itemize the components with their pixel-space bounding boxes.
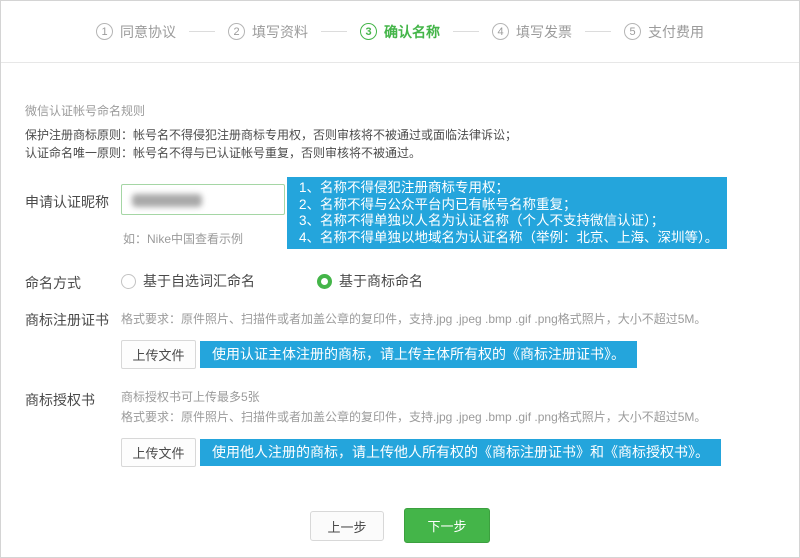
radio-unchecked-icon[interactable] (121, 274, 136, 289)
radio-option-label: 基于自选词汇命名 (143, 271, 255, 291)
next-step-button[interactable]: 下一步 (404, 508, 490, 543)
nickname-label: 申请认证昵称 (25, 192, 109, 212)
step-4-circle-icon: 4 (492, 23, 509, 40)
stepper-step-invoice: 4 填写发票 (492, 22, 572, 42)
step-3-circle-icon: 3 (360, 23, 377, 40)
naming-rules-title: 微信认证帐号命名规则 (25, 102, 145, 119)
step-2-label: 填写资料 (252, 22, 308, 42)
redacted-nickname-value (132, 194, 202, 207)
stepper-step-info: 2 填写资料 (228, 22, 308, 42)
wechat-verification-page: 1 同意协议 2 填写资料 3 确认名称 4 填写发票 5 支付费用 (0, 0, 800, 558)
nickname-rules-tooltip: 1、名称不得侵犯注册商标专用权； 2、名称不得与公众平台内已有帐号名称重复； 3… (287, 177, 727, 249)
view-example-link[interactable]: 查看示例 (195, 232, 243, 246)
stepper-step-payment: 5 支付费用 (624, 22, 704, 42)
nickname-input[interactable] (121, 184, 285, 215)
step-1-circle-icon: 1 (96, 23, 113, 40)
stepper-step-agree: 1 同意协议 (96, 22, 176, 42)
tooltip-line: 3、名称不得单独以人名为认证名称（个人不支持微信认证）； (299, 213, 717, 230)
trademark-cert-label: 商标注册证书 (25, 310, 109, 330)
trademark-auth-label: 商标授权书 (25, 390, 95, 410)
upload-cert-button[interactable]: 上传文件 (121, 340, 196, 369)
step-2-circle-icon: 2 (228, 23, 245, 40)
step-divider (585, 31, 611, 32)
step-5-label: 支付费用 (648, 22, 704, 42)
tooltip-line: 4、名称不得单独以地域名为认证名称（举例：北京、上海、深圳等）。 (299, 230, 717, 247)
step-divider (189, 31, 215, 32)
radio-option-label: 基于商标命名 (339, 271, 423, 291)
trademark-auth-format-note: 格式要求：原件照片、扫描件或者加盖公章的复印件，支持.jpg .jpeg .bm… (121, 408, 706, 425)
step-4-label: 填写发票 (516, 22, 572, 42)
stepper: 1 同意协议 2 填写资料 3 确认名称 4 填写发票 5 支付费用 (96, 22, 704, 42)
radio-option-trademark[interactable]: 基于商标命名 (317, 271, 423, 291)
stepper-step-confirm-name-active: 3 确认名称 (360, 22, 440, 42)
stepper-header: 1 同意协议 2 填写资料 3 确认名称 4 填写发票 5 支付费用 (1, 1, 799, 63)
step-1-label: 同意协议 (120, 22, 176, 42)
step-5-circle-icon: 5 (624, 23, 641, 40)
nickname-example-text: 如：Nike中国 (123, 232, 195, 246)
radio-option-custom-words[interactable]: 基于自选词汇命名 (121, 271, 255, 291)
tooltip-line: 1、名称不得侵犯注册商标专用权； (299, 180, 717, 197)
step-3-label: 确认名称 (384, 22, 440, 42)
radio-checked-icon[interactable] (317, 274, 332, 289)
trademark-auth-tooltip: 使用他人注册的商标，请上传他人所有权的《商标注册证书》和《商标授权书》。 (200, 439, 721, 466)
trademark-auth-max-note: 商标授权书可上传最多5张 (121, 388, 260, 405)
trademark-cert-format-note: 格式要求：原件照片、扫描件或者加盖公章的复印件，支持.jpg .jpeg .bm… (121, 310, 706, 327)
rule-unique-name: 认证命名唯一原则：帐号名不得与已认证帐号重复，否则审核将不被通过。 (25, 144, 421, 161)
step-divider (321, 31, 347, 32)
tooltip-line: 2、名称不得与公众平台内已有帐号名称重复； (299, 197, 717, 214)
step-divider (453, 31, 479, 32)
rule-trademark-protection: 保护注册商标原则：帐号名不得侵犯注册商标专用权，否则审核将不被通过或面临法律诉讼… (25, 126, 517, 143)
naming-method-options: 基于自选词汇命名 基于商标命名 (121, 271, 423, 291)
naming-method-label: 命名方式 (25, 273, 81, 293)
previous-step-button[interactable]: 上一步 (310, 511, 384, 541)
trademark-cert-tooltip: 使用认证主体注册的商标，请上传主体所有权的《商标注册证书》。 (200, 341, 637, 368)
nickname-hint: 如：Nike中国查看示例 (123, 230, 243, 247)
upload-auth-button[interactable]: 上传文件 (121, 438, 196, 467)
